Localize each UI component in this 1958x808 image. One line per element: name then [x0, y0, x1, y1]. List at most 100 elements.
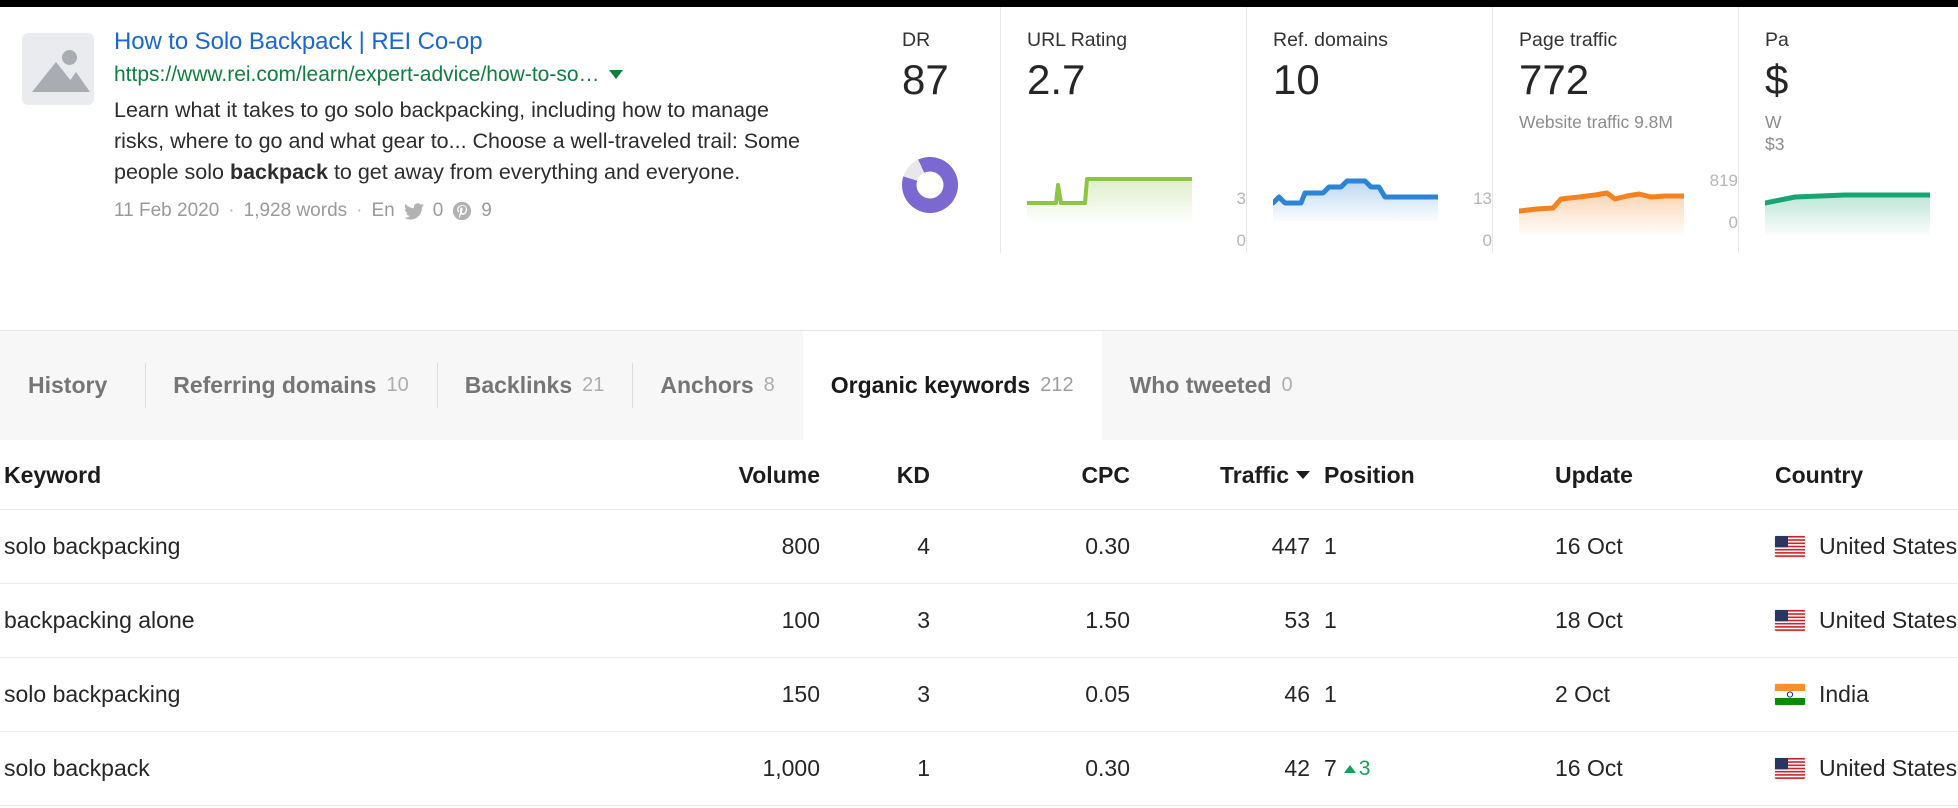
- column-header-traffic-label: Traffic: [1220, 462, 1289, 488]
- page-description: Learn what it takes to go solo backpacki…: [114, 95, 814, 188]
- sort-desc-icon: [1296, 471, 1310, 479]
- in-flag-icon: [1775, 684, 1805, 705]
- tab-referring-domains[interactable]: Referring domains 10: [145, 331, 436, 440]
- image-placeholder-icon: [22, 33, 94, 105]
- country-name: United States: [1819, 533, 1957, 560]
- cell-traffic: 42: [1130, 732, 1310, 806]
- table-row[interactable]: solo backpack 1,000 1 0.30 42 7 3: [0, 732, 1958, 806]
- cell-keyword[interactable]: solo backpacking: [0, 510, 640, 584]
- us-flag-icon: [1775, 610, 1805, 631]
- metric-value-dr: 87: [902, 55, 1000, 105]
- tab-count-referring-domains: 10: [386, 374, 408, 397]
- metric-label-page-value: Pa: [1765, 29, 1958, 51]
- metric-card-page-traffic[interactable]: Page traffic 772 Website traffic 9.8M: [1492, 7, 1738, 253]
- ahrefs-page-explorer: How to Solo Backpack | REI Co-op https:/…: [0, 0, 1958, 808]
- metric-sub-page-traffic: Website traffic 9.8M: [1519, 111, 1738, 133]
- tab-label-anchors: Anchors: [660, 372, 753, 399]
- cell-position: 1: [1310, 658, 1555, 732]
- url-rating-axis: 3 0: [1202, 189, 1246, 253]
- cell-kd: 1: [820, 732, 930, 806]
- axis-max-url-rating: 3: [1237, 189, 1246, 209]
- metric-label-page-traffic: Page traffic: [1519, 29, 1738, 51]
- dr-donut-chart: [902, 157, 958, 213]
- metric-value-page-value: $: [1765, 55, 1958, 105]
- us-flag-icon: [1775, 758, 1805, 779]
- cell-position: 1: [1310, 584, 1555, 658]
- table-row[interactable]: solo backpacking 800 4 0.30 447 1 16 Oct: [0, 510, 1958, 584]
- metric-value-url-rating: 2.7: [1027, 55, 1246, 105]
- cell-kd: 3: [820, 584, 930, 658]
- position-value: 1: [1324, 533, 1337, 560]
- language-code: En: [371, 200, 394, 222]
- tab-label-organic-keywords: Organic keywords: [831, 372, 1030, 399]
- axis-max-page-traffic: 819: [1710, 171, 1738, 191]
- position-value: 1: [1324, 607, 1337, 634]
- table-row[interactable]: solo backpacking 150 3 0.05 46 1 2 Oct: [0, 658, 1958, 732]
- serp-snippet: How to Solo Backpack | REI Co-op https:/…: [0, 7, 878, 222]
- caret-down-icon[interactable]: [609, 70, 623, 79]
- cell-keyword[interactable]: backpacking alone: [0, 584, 640, 658]
- pinterest-count: 9: [481, 200, 492, 222]
- ref-domains-axis: 13 0: [1448, 189, 1492, 253]
- cell-update: 18 Oct: [1555, 584, 1775, 658]
- metric-card-url-rating[interactable]: URL Rating 2.7 3: [1000, 7, 1246, 253]
- table-row[interactable]: backpacking alone 100 3 1.50 53 1 18 Oct: [0, 584, 1958, 658]
- cell-update: 2 Oct: [1555, 658, 1775, 732]
- column-header-cpc[interactable]: CPC: [930, 440, 1130, 510]
- organic-keywords-table-area: Keyword Volume KD CPC Traffic Position U…: [0, 440, 1958, 808]
- cell-keyword[interactable]: solo backpack: [0, 732, 640, 806]
- tab-history[interactable]: History: [0, 331, 145, 440]
- publish-date: 11 Feb 2020: [114, 200, 219, 222]
- meta-separator-2: ·: [356, 200, 362, 222]
- cell-volume: 1,000: [640, 732, 820, 806]
- column-header-kd[interactable]: KD: [820, 440, 930, 510]
- tab-backlinks[interactable]: Backlinks 21: [437, 331, 633, 440]
- column-header-traffic[interactable]: Traffic: [1130, 440, 1310, 510]
- axis-min-url-rating: 0: [1237, 231, 1246, 251]
- page-url[interactable]: https://www.rei.com/learn/expert-advice/…: [114, 60, 600, 89]
- page-title-link[interactable]: How to Solo Backpack | REI Co-op: [114, 27, 483, 57]
- metrics-strip: DR 87 URL Rating 2.7: [878, 7, 1958, 253]
- section-tabs: History Referring domains 10 Backlinks 2…: [0, 330, 1958, 440]
- tab-count-who-tweeted: 0: [1281, 374, 1292, 397]
- cell-country: United States: [1775, 584, 1958, 658]
- page-value-sparkline: [1765, 171, 1958, 235]
- metric-card-page-value[interactable]: Pa $ W $3: [1738, 7, 1958, 253]
- tab-anchors[interactable]: Anchors 8: [632, 331, 802, 440]
- tab-count-backlinks: 21: [582, 374, 604, 397]
- caret-up-icon: [1344, 765, 1356, 773]
- tab-label-who-tweeted: Who tweeted: [1130, 372, 1272, 399]
- metric-sub-page-value: W: [1765, 111, 1958, 133]
- page-meta-row: 11 Feb 2020 · 1,928 words · En 0 9: [114, 200, 850, 222]
- cell-volume: 100: [640, 584, 820, 658]
- word-count: 1,928 words: [244, 200, 348, 222]
- cell-update: 16 Oct: [1555, 510, 1775, 584]
- metric-card-ref-domains[interactable]: Ref. domains 10 1: [1246, 7, 1492, 253]
- column-header-country[interactable]: Country: [1775, 440, 1958, 510]
- column-header-update[interactable]: Update: [1555, 440, 1775, 510]
- cell-traffic: 447: [1130, 510, 1310, 584]
- metric-label-dr: DR: [902, 29, 1000, 51]
- cell-keyword[interactable]: solo backpacking: [0, 658, 640, 732]
- cell-kd: 4: [820, 510, 930, 584]
- tab-organic-keywords[interactable]: Organic keywords 212: [803, 331, 1102, 440]
- tab-who-tweeted[interactable]: Who tweeted 0: [1102, 331, 1321, 440]
- top-black-bar: [0, 0, 1958, 7]
- cell-traffic: 46: [1130, 658, 1310, 732]
- column-header-keyword[interactable]: Keyword: [0, 440, 640, 510]
- cell-country: United States: [1775, 510, 1958, 584]
- table-header-row: Keyword Volume KD CPC Traffic Position U…: [0, 440, 1958, 510]
- cell-volume: 150: [640, 658, 820, 732]
- metric-card-dr[interactable]: DR 87: [878, 7, 1000, 253]
- page-traffic-axis: 819 0: [1694, 171, 1738, 235]
- column-header-volume[interactable]: Volume: [640, 440, 820, 510]
- cell-volume: 800: [640, 510, 820, 584]
- cell-position: 1: [1310, 510, 1555, 584]
- country-name: India: [1819, 681, 1869, 708]
- tab-label-referring-domains: Referring domains: [173, 372, 376, 399]
- us-flag-icon: [1775, 536, 1805, 557]
- pinterest-icon: [452, 201, 472, 221]
- metric-label-ref-domains: Ref. domains: [1273, 29, 1492, 51]
- axis-max-ref-domains: 13: [1473, 189, 1492, 209]
- column-header-position[interactable]: Position: [1310, 440, 1555, 510]
